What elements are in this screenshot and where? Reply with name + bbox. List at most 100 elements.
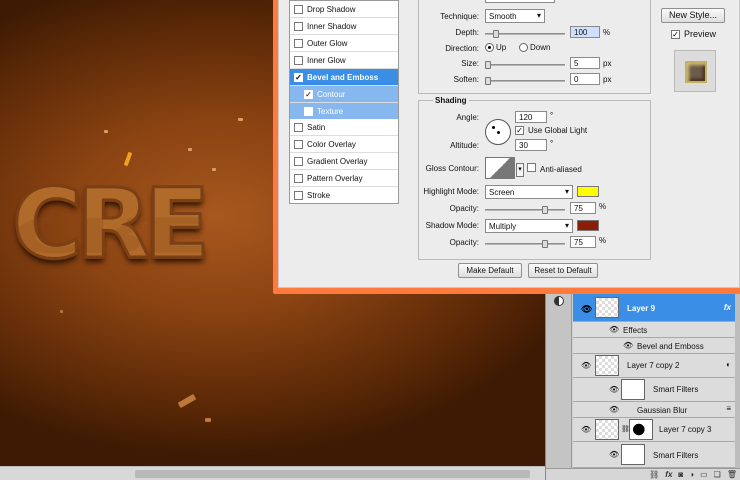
slider-thumb[interactable] [493,30,499,38]
layer-row-layer-7-copy-3[interactable]: 👁 ⛓ Layer 7 copy 3 [573,418,740,442]
depth-slider[interactable] [485,30,565,38]
add-mask-icon[interactable]: ◙ [678,470,683,479]
smart-filters-row[interactable]: 👁 Smart Filters [573,442,740,468]
checkbox-checked[interactable]: ✓ [671,30,680,39]
lock-transparency-icon[interactable] [554,296,564,306]
global-light-checkbox[interactable]: ✓ Use Global Light [515,126,587,135]
style-inner-shadow[interactable]: Inner Shadow [290,18,398,35]
eye-icon[interactable]: 👁 [581,304,592,315]
style-stroke[interactable]: Stroke [290,187,398,204]
altitude-input[interactable]: 30 [515,139,547,151]
checkbox[interactable] [294,139,303,149]
highlight-opacity-slider[interactable] [485,206,565,214]
preview-checkbox[interactable]: ✓ Preview [671,29,716,39]
checkbox[interactable] [304,106,313,116]
highlight-color-swatch[interactable] [577,186,599,197]
technique-dropdown[interactable]: Smooth [485,9,545,23]
adjustment-layer-icon[interactable]: ◑ [689,470,694,479]
slider-thumb[interactable] [485,77,491,85]
layer-name[interactable]: Layer 7 copy 2 [627,361,679,370]
new-style-button[interactable]: New Style... [661,8,725,23]
soften-input[interactable]: 0 [570,73,600,85]
checkbox[interactable] [294,4,303,14]
checkbox[interactable] [294,55,303,65]
add-style-icon[interactable]: fx [665,470,672,479]
style-drop-shadow[interactable]: Drop Shadow [290,1,398,18]
direction-down-radio[interactable]: Down [519,43,550,53]
checkbox[interactable] [294,173,303,183]
make-default-button[interactable]: Make Default [458,263,522,278]
style-color-overlay[interactable]: Color Overlay [290,136,398,153]
shadow-opacity-slider[interactable] [485,240,565,248]
link-layers-icon[interactable]: ⛓ [649,470,659,479]
radio-selected[interactable] [485,43,494,53]
new-layer-icon[interactable]: ❏ [714,470,721,479]
shadow-opacity-unit: % [599,236,607,245]
eye-icon[interactable]: 👁 [581,425,591,434]
slider-thumb[interactable] [485,61,491,69]
highlight-mode-dropdown[interactable]: Screen [485,185,573,199]
angle-input[interactable]: 120 [515,111,547,123]
eye-icon[interactable]: 👁 [609,325,619,334]
style-gradient-overlay[interactable]: Gradient Overlay [290,153,398,170]
effect-row-bevel[interactable]: 👁 Bevel and Emboss [573,338,740,354]
style-bevel-emboss[interactable]: ✓ Bevel and Emboss [290,69,398,86]
eye-icon[interactable]: 👁 [623,341,633,350]
shadow-mode-dropdown[interactable]: Multiply [485,219,573,233]
soften-slider[interactable] [485,77,565,85]
angle-dial[interactable] [485,119,511,145]
layer-name[interactable]: Layer 7 copy 3 [659,425,711,434]
radio[interactable] [519,43,528,53]
shadow-opacity-input[interactable]: 75 [570,236,596,248]
panel-scrollbar[interactable] [735,294,740,468]
filter-options-icon[interactable]: ◐ [726,360,731,369]
checkbox[interactable] [294,21,303,31]
style-dropdown-partial[interactable] [485,0,555,3]
checkbox[interactable] [527,163,536,172]
shadow-color-swatch[interactable] [577,220,599,231]
scrollbar-thumb[interactable] [135,470,530,478]
depth-input[interactable]: 100 [570,26,600,38]
highlight-opacity-unit: % [599,202,607,211]
effects-row[interactable]: 👁 Effects [573,322,740,338]
style-texture[interactable]: Texture [290,103,398,120]
fx-icon[interactable]: fx [724,303,731,312]
eye-icon[interactable]: 👁 [609,405,619,414]
folder-icon[interactable]: ▭ [700,470,708,479]
checkbox[interactable] [294,122,303,132]
highlight-opacity-input[interactable]: 75 [570,202,596,214]
slider-thumb[interactable] [542,240,548,248]
checkbox-checked[interactable]: ✓ [515,126,524,135]
chevron-down-icon[interactable]: ▾ [516,163,524,177]
filter-row-gaussian-blur[interactable]: 👁 Gaussian Blur ≡ [573,402,740,418]
style-outer-glow[interactable]: Outer Glow [290,35,398,52]
checkbox[interactable] [294,156,303,166]
reset-to-default-button[interactable]: Reset to Default [528,263,598,278]
layer-row-layer-9[interactable]: 👁 Layer 9 fx [573,294,740,322]
direction-up-radio[interactable]: Up [485,43,506,53]
style-satin[interactable]: Satin [290,119,398,136]
slider-thumb[interactable] [542,206,548,214]
checkbox-checked[interactable]: ✓ [294,72,303,82]
layer-name[interactable]: Layer 9 [627,304,655,313]
layer-row-layer-7-copy-2[interactable]: 👁 Layer 7 copy 2 ◐ [573,354,740,378]
trash-icon[interactable]: 🗑 [727,470,737,479]
eye-icon[interactable]: 👁 [609,385,619,394]
checkbox-checked[interactable]: ✓ [304,89,313,99]
style-inner-glow[interactable]: Inner Glow [290,52,398,69]
checkbox[interactable] [294,38,303,48]
layer-mask-thumbnail[interactable] [629,419,653,440]
horizontal-scrollbar[interactable] [0,466,545,480]
gloss-contour-picker[interactable] [485,157,515,179]
eye-icon[interactable]: 👁 [609,450,619,459]
checkbox[interactable] [294,191,303,200]
style-pattern-overlay[interactable]: Pattern Overlay [290,170,398,187]
layers-panel: 👁 Layer 9 fx 👁 Effects 👁 Bevel and Embos… [545,294,740,480]
size-input[interactable]: 5 [570,57,600,69]
eye-icon[interactable]: 👁 [581,361,591,370]
style-contour[interactable]: ✓ Contour [290,86,398,103]
anti-aliased-checkbox[interactable]: Anti-aliased [527,163,582,174]
smart-filters-row[interactable]: 👁 Smart Filters [573,378,740,402]
size-slider[interactable] [485,61,565,69]
filter-blend-icon[interactable]: ≡ [726,404,731,413]
